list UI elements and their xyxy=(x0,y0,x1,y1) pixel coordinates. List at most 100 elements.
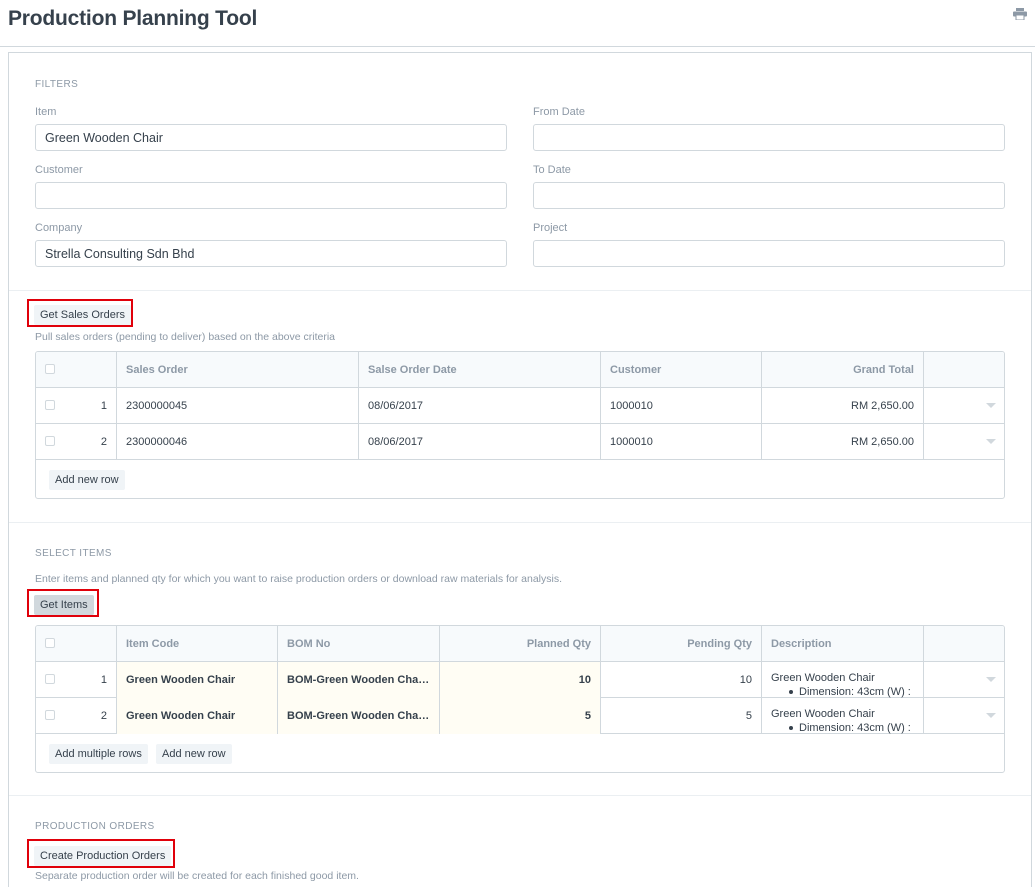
pending-qty-cell[interactable]: 5 xyxy=(601,698,762,734)
column-header: Description xyxy=(762,626,924,662)
pending-qty-cell[interactable]: 10 xyxy=(601,662,762,698)
planned-qty-cell[interactable]: 10 xyxy=(440,662,601,698)
from-date-field[interactable] xyxy=(533,124,1005,151)
row-checkbox[interactable] xyxy=(45,710,55,720)
description-detail-text: Dimension: 43cm (W) : xyxy=(799,686,911,698)
item-label: Item xyxy=(35,106,57,118)
column-header: BOM No xyxy=(278,626,440,662)
sales-order-cell[interactable]: 2300000046 xyxy=(117,424,359,460)
sales-order-cell[interactable]: 2300000045 xyxy=(117,388,359,424)
select-all-checkbox[interactable] xyxy=(45,638,55,648)
get-items-button[interactable]: Get Items xyxy=(34,595,94,615)
date-cell[interactable]: 08/06/2017 xyxy=(359,388,601,424)
table-row[interactable]: 1 Green Wooden Chair BOM-Green Wooden Ch… xyxy=(36,662,1004,698)
print-icon[interactable] xyxy=(1013,8,1027,20)
table-footer: Add new row xyxy=(36,460,1004,498)
select-all-cell xyxy=(36,626,117,662)
row-menu-cell xyxy=(924,388,1004,424)
add-multiple-rows-button[interactable]: Add multiple rows xyxy=(49,744,148,764)
add-new-row-button[interactable]: Add new row xyxy=(156,744,232,764)
company-field[interactable] xyxy=(35,240,507,267)
row-index: 2 xyxy=(100,710,107,722)
column-header: Planned Qty xyxy=(440,626,601,662)
grand-total-cell[interactable]: RM 2,650.00 xyxy=(762,424,924,460)
row-menu-cell xyxy=(924,698,1004,734)
row-dropdown-icon[interactable] xyxy=(986,403,996,408)
planned-qty-cell[interactable]: 5 xyxy=(440,698,601,734)
sales-orders-help: Pull sales orders (pending to deliver) b… xyxy=(35,331,336,343)
production-orders-section-label: PRODUCTION ORDERS xyxy=(35,821,155,832)
table-row[interactable]: 2 Green Wooden Chair BOM-Green Wooden Ch… xyxy=(36,698,1004,734)
page-header: Production Planning Tool xyxy=(0,0,1035,47)
page-title: Production Planning Tool xyxy=(8,7,258,30)
sales-orders-section: Get Sales Orders Pull sales orders (pend… xyxy=(9,291,1031,523)
row-index: 1 xyxy=(100,400,107,412)
item-code-cell[interactable]: Green Wooden Chair xyxy=(117,698,278,734)
description-detail: Dimension: 43cm (W) : xyxy=(771,686,914,698)
row-checkbox[interactable] xyxy=(45,400,55,410)
bom-no-cell[interactable]: BOM-Green Wooden Chai... xyxy=(278,662,440,698)
production-orders-section: PRODUCTION ORDERS Create Production Orde… xyxy=(9,796,1031,887)
item-code-cell[interactable]: Green Wooden Chair xyxy=(117,662,278,698)
row-select-cell: 2 xyxy=(36,424,117,460)
description-cell[interactable]: Green Wooden Chair Dimension: 43cm (W) : xyxy=(762,698,924,734)
table-row[interactable]: 2 2300000046 08/06/2017 1000010 RM 2,650… xyxy=(36,424,1004,460)
select-items-help: Enter items and planned qty for which yo… xyxy=(35,573,563,585)
description-detail: Dimension: 43cm (W) : xyxy=(771,722,914,734)
row-checkbox[interactable] xyxy=(45,674,55,684)
to-date-field[interactable] xyxy=(533,182,1005,209)
bullet-icon xyxy=(789,726,793,731)
row-index: 2 xyxy=(100,436,107,448)
row-checkbox[interactable] xyxy=(45,436,55,446)
date-cell[interactable]: 08/06/2017 xyxy=(359,424,601,460)
customer-cell[interactable]: 1000010 xyxy=(601,424,762,460)
row-dropdown-icon[interactable] xyxy=(986,713,996,718)
row-menu-cell xyxy=(924,424,1004,460)
row-dropdown-icon[interactable] xyxy=(986,677,996,682)
customer-label: Customer xyxy=(35,164,83,176)
row-select-cell: 2 xyxy=(36,698,117,734)
row-select-cell: 1 xyxy=(36,388,117,424)
column-header: Sales Order xyxy=(117,352,359,388)
row-dropdown-icon[interactable] xyxy=(986,439,996,444)
table-header-row: Sales Order Salse Order Date Customer Gr… xyxy=(36,352,1004,388)
items-table: Item Code BOM No Planned Qty Pending Qty… xyxy=(35,625,1005,773)
select-all-cell xyxy=(36,352,117,388)
form-container: FILTERS Item From Date Customer To Date … xyxy=(8,52,1032,887)
bullet-icon xyxy=(789,690,793,695)
description-text: Green Wooden Chair xyxy=(771,672,875,684)
project-field[interactable] xyxy=(533,240,1005,267)
row-select-cell: 1 xyxy=(36,662,117,698)
customer-cell[interactable]: 1000010 xyxy=(601,388,762,424)
select-all-checkbox[interactable] xyxy=(45,364,55,374)
column-header: Customer xyxy=(601,352,762,388)
column-header-blank xyxy=(924,352,1004,388)
column-header: Pending Qty xyxy=(601,626,762,662)
filters-section: FILTERS Item From Date Customer To Date … xyxy=(9,53,1031,291)
row-index: 1 xyxy=(100,674,107,686)
column-header-blank xyxy=(924,626,1004,662)
select-items-section-label: SELECT ITEMS xyxy=(35,548,112,559)
to-date-label: To Date xyxy=(533,164,571,176)
get-sales-orders-button[interactable]: Get Sales Orders xyxy=(34,305,131,325)
add-new-row-button[interactable]: Add new row xyxy=(49,470,125,490)
bom-no-cell[interactable]: BOM-Green Wooden Chai... xyxy=(278,698,440,734)
customer-field[interactable] xyxy=(35,182,507,209)
column-header: Salse Order Date xyxy=(359,352,601,388)
table-footer: Add multiple rows Add new row xyxy=(36,734,1004,772)
description-detail-text: Dimension: 43cm (W) : xyxy=(799,722,911,734)
filters-section-label: FILTERS xyxy=(35,79,79,90)
table-header-row: Item Code BOM No Planned Qty Pending Qty… xyxy=(36,626,1004,662)
item-field[interactable] xyxy=(35,124,507,151)
table-row[interactable]: 1 2300000045 08/06/2017 1000010 RM 2,650… xyxy=(36,388,1004,424)
project-label: Project xyxy=(533,222,568,234)
column-header: Item Code xyxy=(117,626,278,662)
row-menu-cell xyxy=(924,662,1004,698)
production-orders-help: Separate production order will be create… xyxy=(35,870,359,882)
grand-total-cell[interactable]: RM 2,650.00 xyxy=(762,388,924,424)
company-label: Company xyxy=(35,222,83,234)
select-items-section: SELECT ITEMS Enter items and planned qty… xyxy=(9,523,1031,796)
create-production-orders-button[interactable]: Create Production Orders xyxy=(34,846,172,866)
description-cell[interactable]: Green Wooden Chair Dimension: 43cm (W) : xyxy=(762,662,924,698)
column-header: Grand Total xyxy=(762,352,924,388)
